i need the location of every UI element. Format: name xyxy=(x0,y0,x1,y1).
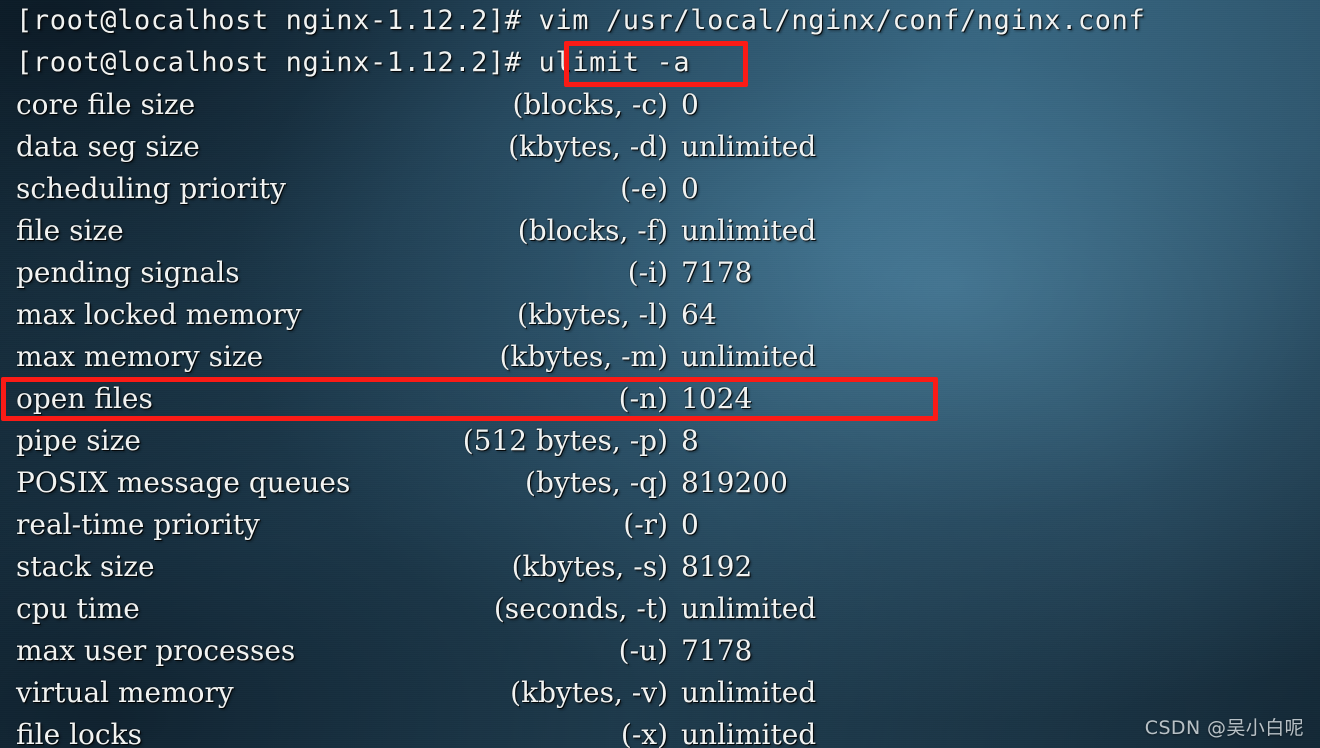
limit-value: unlimited xyxy=(681,340,817,373)
limit-unit: (-u) xyxy=(618,634,668,667)
limit-row-real-time-priority: real-time priority (-r) 0 xyxy=(0,504,1320,546)
limit-unit: (seconds, -t) xyxy=(493,592,668,625)
limit-unit: (512 bytes, -p) xyxy=(462,424,668,457)
terminal-screen[interactable]: [root@localhost nginx-1.12.2]# vim /usr/… xyxy=(0,0,1320,748)
limit-unit: (-x) xyxy=(620,718,668,748)
limit-value: unlimited xyxy=(681,592,817,625)
limit-row-scheduling-priority: scheduling priority (-e) 0 xyxy=(0,168,1320,210)
limit-row-file-locks: file locks (-x) unlimited xyxy=(0,714,1320,748)
limit-row-max-memory-size: max memory size (kbytes, -m) unlimited xyxy=(0,336,1320,378)
limit-unit: (blocks, -f) xyxy=(517,214,668,247)
limit-unit: (bytes, -q) xyxy=(525,466,668,499)
limit-unit: (-i) xyxy=(627,256,668,289)
limit-value: 8192 xyxy=(681,550,753,583)
limit-value: unlimited xyxy=(681,676,817,709)
limit-row-virtual-memory: virtual memory (kbytes, -v) unlimited xyxy=(0,672,1320,714)
limit-value: unlimited xyxy=(681,214,817,247)
limit-row-file-size: file size (blocks, -f) unlimited xyxy=(0,210,1320,252)
limit-value: 1024 xyxy=(681,382,753,415)
limit-unit: (kbytes, -d) xyxy=(508,130,668,163)
limit-value: 7178 xyxy=(681,634,753,667)
limit-unit: (-e) xyxy=(620,172,668,205)
limit-unit: (kbytes, -s) xyxy=(511,550,668,583)
csdn-watermark: CSDN @吴小白呢 xyxy=(1144,717,1304,739)
limit-value: 7178 xyxy=(681,256,753,289)
limit-row-posix-message-queues: POSIX message queues (bytes, -q) 819200 xyxy=(0,462,1320,504)
limit-value: 64 xyxy=(681,298,717,331)
limit-row-pipe-size: pipe size (512 bytes, -p) 8 xyxy=(0,420,1320,462)
limit-row-max-locked-memory: max locked memory (kbytes, -l) 64 xyxy=(0,294,1320,336)
limit-row-stack-size: stack size (kbytes, -s) 8192 xyxy=(0,546,1320,588)
prompt-line-vim: [root@localhost nginx-1.12.2]# vim /usr/… xyxy=(16,5,1146,36)
limit-unit: (-r) xyxy=(623,508,668,541)
limit-row-pending-signals: pending signals (-i) 7178 xyxy=(0,252,1320,294)
limit-unit: (kbytes, -v) xyxy=(510,676,668,709)
limit-unit: (-n) xyxy=(618,382,668,415)
limit-unit: (kbytes, -l) xyxy=(517,298,668,331)
terminal-window[interactable]: [root@localhost nginx-1.12.2]# vim /usr/… xyxy=(0,0,1320,748)
limit-value: 0 xyxy=(681,172,699,205)
limit-value: 0 xyxy=(681,88,699,121)
limit-row-core-file-size: core file size (blocks, -c) 0 xyxy=(0,84,1320,126)
limit-value: 819200 xyxy=(681,466,788,499)
limit-row-open-files: open files (-n) 1024 xyxy=(0,378,1320,420)
limit-value: 0 xyxy=(681,508,699,541)
limit-row-cpu-time: cpu time (seconds, -t) unlimited xyxy=(0,588,1320,630)
limit-unit: (blocks, -c) xyxy=(512,88,668,121)
prompt-line-ulimit: [root@localhost nginx-1.12.2]# ulimit -a xyxy=(16,47,691,78)
limit-row-data-seg-size: data seg size (kbytes, -d) unlimited xyxy=(0,126,1320,168)
limit-row-max-user-processes: max user processes (-u) 7178 xyxy=(0,630,1320,672)
limit-value: unlimited xyxy=(681,718,817,748)
limit-unit: (kbytes, -m) xyxy=(499,340,668,373)
limit-value: unlimited xyxy=(681,130,817,163)
limit-value: 8 xyxy=(681,424,699,457)
